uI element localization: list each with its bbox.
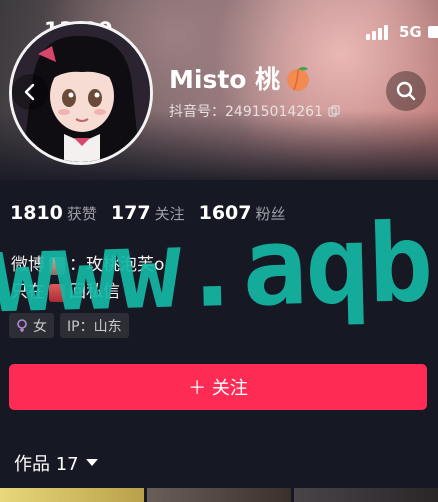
profile-nickname: Misto 桃 — [169, 60, 312, 96]
search-button[interactable] — [386, 71, 426, 111]
video-thumbnail[interactable] — [294, 488, 438, 502]
back-button[interactable] — [12, 74, 48, 110]
copy-icon[interactable] — [328, 105, 340, 117]
douyin-id[interactable]: 抖音号：24915014261 — [169, 101, 340, 121]
video-thumbnail[interactable] — [0, 488, 144, 502]
video-thumbnail[interactable] — [147, 488, 291, 502]
search-icon — [396, 81, 416, 101]
network-label: 5G — [399, 23, 422, 41]
chevron-down-icon — [85, 459, 98, 466]
watermark-text: www.aqbuluo.com — [0, 187, 438, 338]
douyin-id-text: 抖音号：24915014261 — [169, 104, 323, 120]
nickname-text: Misto 桃 — [169, 65, 281, 94]
works-tab-label: 作品 17 — [14, 454, 79, 475]
tab-works[interactable]: 作品 17 — [14, 450, 99, 476]
back-icon — [24, 83, 35, 101]
signal-icon — [366, 24, 392, 40]
peach-emoji-icon — [287, 67, 310, 91]
follow-button-label: ＋ 关注 — [188, 378, 248, 399]
follow-button[interactable]: ＋ 关注 — [9, 364, 427, 410]
works-grid — [0, 488, 438, 502]
battery-icon — [428, 26, 438, 38]
